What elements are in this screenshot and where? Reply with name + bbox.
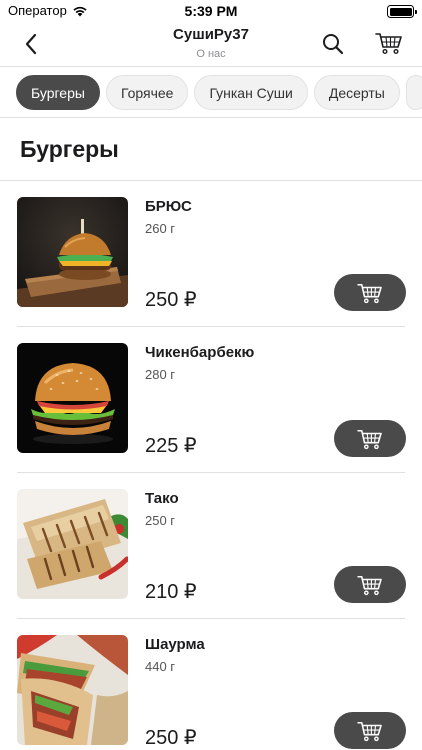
category-chip-burgers[interactable]: Бургеры (16, 75, 100, 110)
status-bar: Оператор 5:39 PM (0, 0, 422, 22)
product-weight: 250 г (145, 513, 176, 528)
product-price: 210 ₽ (145, 581, 197, 603)
product-weight: 280 г (145, 367, 176, 382)
category-list: Бургеры Горячее Гункан Суши Десерты (16, 75, 422, 110)
product-image-chicken-burger (17, 343, 128, 453)
cart-icon (357, 575, 382, 595)
page-title: СушиРу37 (173, 26, 249, 43)
cart-icon (357, 721, 382, 741)
about-link[interactable]: О нас (0, 46, 422, 62)
add-to-cart-button[interactable] (334, 420, 406, 457)
category-chip-gunkan-sushi[interactable]: Гункан Суши (194, 75, 308, 110)
product-name: Тако (145, 490, 179, 507)
category-chip-hot[interactable]: Горячее (105, 75, 189, 110)
product-image-shawarma (17, 635, 128, 745)
product-item[interactable]: Чикенбарбекю 280 г 225 ₽ (0, 327, 422, 473)
category-chip-more[interactable] (405, 75, 422, 110)
clock: 5:39 PM (184, 3, 238, 19)
battery-icon (387, 5, 417, 18)
product-weight: 260 г (145, 221, 176, 236)
add-to-cart-button[interactable] (334, 274, 406, 311)
product-price: 250 ₽ (145, 289, 197, 311)
add-to-cart-button[interactable] (334, 712, 406, 749)
product-price: 225 ₽ (145, 435, 197, 457)
product-item[interactable]: БРЮС 260 г 250 ₽ (0, 181, 422, 327)
product-image-burger-on-board (17, 197, 128, 307)
add-to-cart-button[interactable] (334, 566, 406, 603)
product-weight: 440 г (145, 659, 176, 674)
product-item[interactable]: Тако 250 г 210 ₽ (0, 473, 422, 619)
product-name: Чикенбарбекю (145, 344, 255, 361)
cart-icon (357, 429, 382, 449)
search-icon (323, 34, 344, 55)
product-image-grilled-wraps (17, 489, 128, 599)
cart-button[interactable] (372, 28, 406, 58)
product-name: Шаурма (145, 636, 205, 653)
category-bar: Бургеры Горячее Гункан Суши Десерты (0, 66, 422, 118)
cart-icon (357, 283, 382, 303)
navigation-bar: СушиРу37 О нас (0, 22, 422, 66)
category-chip-desserts[interactable]: Десерты (313, 75, 400, 110)
nav-title-block: СушиРу37 О нас (0, 26, 422, 62)
product-price: 250 ₽ (145, 727, 197, 749)
product-name: БРЮС (145, 198, 192, 215)
product-item[interactable]: Шаурма 440 г 250 ₽ (0, 619, 422, 750)
search-button[interactable] (318, 29, 348, 59)
section-title: Бургеры (20, 136, 119, 162)
cart-icon (375, 33, 402, 55)
